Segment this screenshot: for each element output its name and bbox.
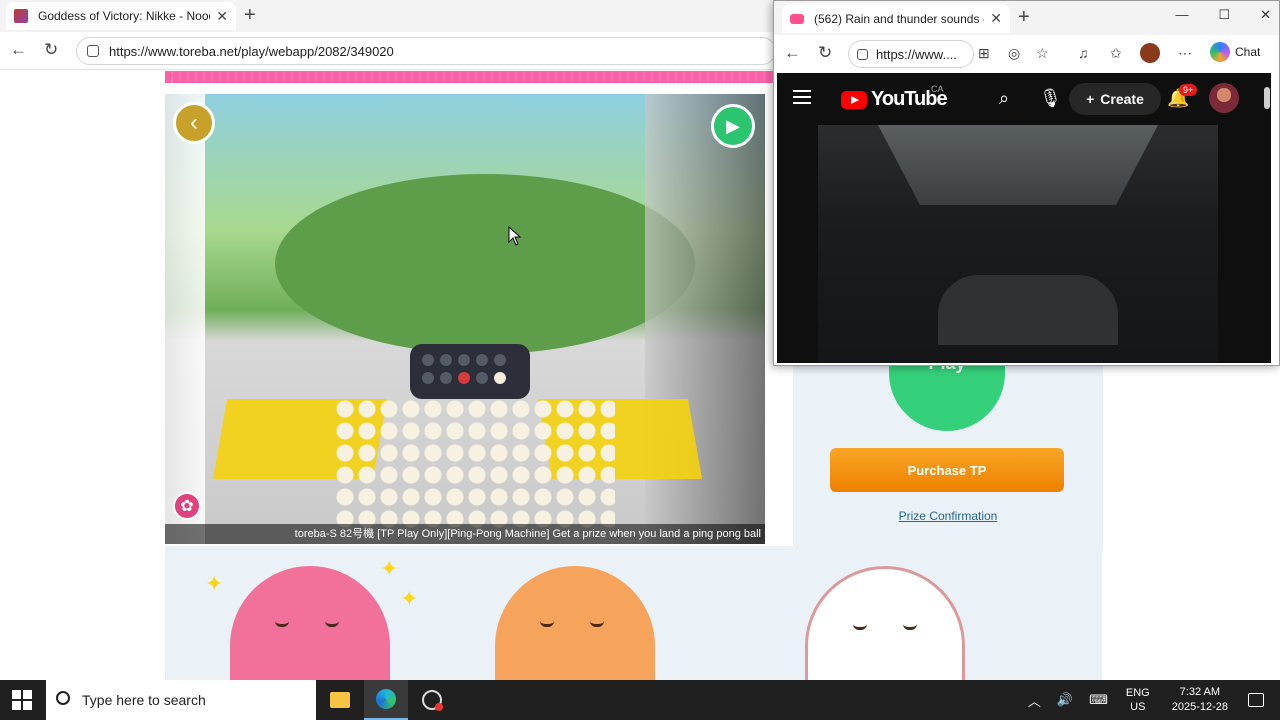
favorite-star-icon[interactable]: ☆ (1036, 45, 1049, 62)
search-placeholder: Type here to search (82, 692, 206, 708)
copilot-chat-button[interactable]: Chat (1210, 42, 1260, 62)
background-hill (275, 174, 695, 354)
orange-cat-mascot (495, 566, 655, 680)
file-explorer-icon[interactable] (318, 680, 362, 720)
clock-date: 2025-12-28 (1171, 701, 1228, 713)
reload-icon[interactable]: ↻ (44, 40, 58, 60)
main-tab-title: Goddess of Victory: Nikke - Nood (38, 9, 211, 23)
site-info-icon[interactable] (857, 48, 868, 60)
microphone-icon[interactable]: 🎙 (1039, 88, 1062, 109)
back-arrow-icon[interactable]: ‹ (173, 102, 215, 144)
windows-start-icon[interactable] (12, 690, 32, 710)
mouse-cursor-icon (508, 226, 522, 246)
avatar[interactable] (1209, 83, 1239, 113)
youtube-favicon-icon (790, 13, 804, 24)
region-code: CA (931, 84, 944, 94)
site-favicon-icon (14, 9, 28, 23)
scrollbar-thumb[interactable] (1264, 87, 1270, 109)
back-arrow-icon[interactable]: ← (10, 40, 27, 60)
star-icon: ✦ (400, 586, 419, 611)
youtube-page: YouTube CA ⌕ 🎙 + Create 🔔 9+ (777, 73, 1271, 363)
prize-confirmation-link[interactable]: Prize Confirmation (793, 509, 1103, 523)
gear-icon[interactable]: ✿ (173, 492, 201, 520)
camera-switch-icon[interactable]: ▶ (711, 104, 755, 148)
read-aloud-icon[interactable]: ♫ (1078, 45, 1089, 61)
machine-frame-left (165, 94, 205, 544)
profile-avatar[interactable] (1140, 43, 1160, 63)
video-player[interactable] (818, 125, 1218, 363)
copilot-icon (1210, 42, 1230, 62)
pink-cat-mascot (230, 566, 390, 680)
cat-mascot-banner: ✦ ✦ ✦ (165, 546, 1102, 680)
purchase-tp-button[interactable]: Purchase TP (830, 448, 1064, 492)
youtube-play-icon (841, 90, 867, 109)
url-text: https://www.toreba.net/play/webapp/2082/… (109, 43, 394, 59)
search-icon (56, 691, 70, 705)
language-code: ENG (1125, 687, 1150, 699)
youtube-header: YouTube CA ⌕ 🎙 + Create 🔔 9+ (777, 73, 1271, 125)
volume-icon[interactable]: 🔊 (1057, 692, 1073, 708)
youtube-tab-bar: (562) Rain and thunder sounds - 2 ✕ + — … (774, 1, 1279, 35)
search-icon[interactable]: ⌕ (999, 88, 1009, 109)
video-frame-scene (878, 125, 1158, 205)
machine-caption: toreba-S 82号機 [TP Play Only][Ping-Pong M… (165, 524, 765, 544)
region-code: US (1130, 701, 1146, 713)
chat-label: Chat (1235, 45, 1261, 59)
show-hidden-icons-chevron-icon[interactable]: ︿ (1028, 691, 1041, 710)
more-options-icon[interactable]: ⋯ (1178, 45, 1192, 62)
youtube-address-bar: ← ↻ https://www.... ⊞ ◎ ☆ ♫ ✩ ⋯ Chat (774, 35, 1279, 73)
menu-icon[interactable] (793, 90, 811, 104)
reload-icon[interactable]: ↻ (818, 43, 832, 63)
youtube-tab[interactable]: (562) Rain and thunder sounds - 2 ✕ (782, 4, 1010, 33)
maximize-icon[interactable]: ☐ (1218, 7, 1230, 23)
close-icon[interactable]: ✕ (990, 10, 1002, 27)
window-controls: — ☐ ✕ (1175, 7, 1271, 23)
clock-time: 7:32 AM (1179, 686, 1221, 698)
tracking-prevention-icon[interactable]: ◎ (1008, 45, 1020, 62)
url-field[interactable]: https://www.... (848, 40, 974, 68)
site-info-icon[interactable] (87, 45, 99, 57)
create-label: Create (1100, 91, 1144, 107)
screen-recorder-icon[interactable] (410, 680, 454, 720)
favorites-icon[interactable]: ✩ (1110, 45, 1122, 62)
windows-taskbar: Type here to search ︿ 🔊 ⌨ ENG US 7:32 AM… (0, 680, 1280, 720)
minimize-icon[interactable]: — (1175, 7, 1188, 23)
close-window-icon[interactable]: ✕ (1260, 7, 1271, 23)
notification-center-icon[interactable] (1248, 693, 1264, 707)
notification-badge: 9+ (1179, 84, 1198, 96)
pink-banner-strip (165, 71, 775, 83)
create-button[interactable]: + Create (1069, 83, 1161, 115)
reader-view-icon[interactable]: ⊞ (978, 45, 990, 62)
ping-pong-balls (335, 399, 615, 529)
play-panel: Play Purchase TP Prize Confirmation (793, 351, 1103, 551)
url-field[interactable]: https://www.toreba.net/play/webapp/2082/… (76, 37, 776, 65)
edge-browser-icon[interactable] (364, 680, 408, 720)
new-tab-plus-icon[interactable]: + (244, 5, 256, 25)
close-icon[interactable]: ✕ (216, 8, 228, 25)
youtube-browser-window: (562) Rain and thunder sounds - 2 ✕ + — … (773, 0, 1280, 366)
url-text: https://www.... (876, 46, 957, 62)
system-tray: ︿ 🔊 ⌨ ENG US 7:32 AM 2025-12-28 (1020, 680, 1280, 720)
clock[interactable]: 7:32 AM 2025-12-28 (1172, 685, 1228, 715)
main-browser-tab[interactable]: Goddess of Victory: Nikke - Nood ✕ (6, 2, 236, 30)
scrollbar[interactable] (1263, 73, 1271, 363)
taskbar-search-box[interactable]: Type here to search (46, 680, 316, 720)
back-arrow-icon[interactable]: ← (784, 43, 801, 63)
star-icon: ✦ (380, 556, 399, 581)
youtube-tab-title: (562) Rain and thunder sounds - 2 (814, 11, 985, 26)
white-cat-mascot (805, 566, 965, 680)
new-tab-plus-icon[interactable]: + (1018, 7, 1030, 27)
ball-tray (410, 344, 530, 399)
keyboard-icon[interactable]: ⌨ (1089, 692, 1108, 708)
video-frame-scene (938, 275, 1118, 345)
plus-icon: + (1086, 91, 1095, 107)
language-indicator[interactable]: ENG US (1126, 686, 1150, 714)
crane-game-stream[interactable]: ‹ ▶ ✿ toreba-S 82号機 [TP Play Only][Ping-… (165, 94, 765, 544)
star-icon: ✦ (205, 571, 224, 596)
